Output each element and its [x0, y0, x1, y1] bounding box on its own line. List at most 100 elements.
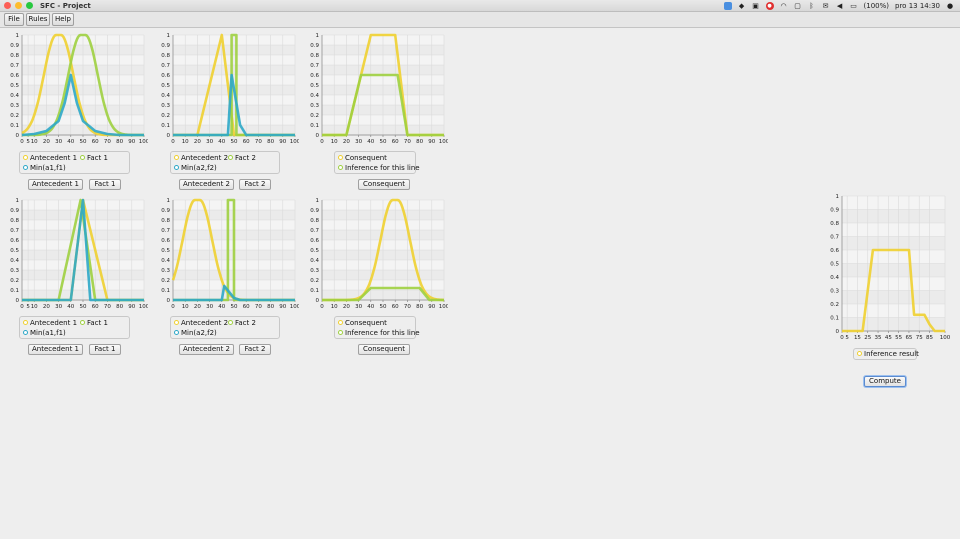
- y-tick-label: 0.2: [830, 302, 839, 308]
- window-title: SFC - Project: [40, 2, 91, 10]
- legend-item: Min(a2,f2): [174, 164, 217, 173]
- y-tick-label: 0.2: [310, 278, 319, 284]
- chart-r2-antecedent2: 00.10.20.30.40.50.60.70.80.910 10 20 30 40 50…: [161, 198, 299, 310]
- volume-icon[interactable]: ◀: [836, 2, 844, 10]
- y-tick-label: 0.4: [310, 258, 319, 264]
- y-tick-label: 0.1: [830, 316, 839, 322]
- fact2-button[interactable]: Fact 2: [239, 344, 271, 355]
- y-tick-label: 1: [167, 33, 171, 39]
- x-tick-label: 40: [67, 139, 74, 145]
- apple-icon[interactable]: ●: [946, 2, 954, 10]
- y-tick-label: 1: [167, 198, 171, 204]
- y-tick-label: 0.3: [10, 103, 19, 109]
- consequent-button[interactable]: Consequent: [358, 179, 410, 190]
- x-tick-label: 30: [206, 304, 213, 310]
- y-tick-label: 0.9: [310, 208, 319, 214]
- y-tick-label: 0: [316, 133, 320, 139]
- x-tick-label: 100: [139, 304, 148, 310]
- y-tick-label: 0.1: [161, 123, 170, 129]
- x-tick-label: 100: [940, 335, 951, 341]
- y-tick-label: 0.2: [310, 113, 319, 119]
- menu-file[interactable]: File: [4, 13, 24, 26]
- x-tick-label: 65: [905, 335, 912, 341]
- legend-r2-antecedent2: Antecedent 2 Fact 2 Min(a2,f2): [170, 316, 280, 339]
- yellow-circle-icon: [338, 320, 343, 325]
- bluetooth-icon[interactable]: ᛒ: [808, 2, 816, 10]
- finder-icon[interactable]: [723, 2, 732, 10]
- y-tick-label: 0.6: [310, 238, 319, 244]
- mirror-icon[interactable]: ▢: [794, 2, 802, 10]
- legend-item: Inference for this line: [338, 164, 420, 173]
- y-tick-label: 0.5: [161, 248, 170, 254]
- wifi-icon[interactable]: ◠: [780, 2, 788, 10]
- dropbox-icon[interactable]: ◆: [738, 2, 746, 10]
- x-tick-label: 50: [231, 139, 238, 145]
- x-tick-label: 10: [182, 304, 189, 310]
- clock[interactable]: pro 13 14:30: [895, 2, 940, 10]
- antecedent1-button[interactable]: Antecedent 1: [28, 344, 83, 355]
- system-tray: ◆ ▣ ● ◠ ▢ ᛒ ✉ ◀ ▭ (100%) pro 13 14:30 ●: [723, 0, 954, 12]
- fact2-button[interactable]: Fact 2: [239, 179, 271, 190]
- x-tick-label: 20: [343, 304, 350, 310]
- x-tick-label: 0: [320, 139, 324, 145]
- green-circle-icon: [228, 320, 233, 325]
- y-tick-label: 0.8: [10, 218, 19, 224]
- y-tick-label: 0.6: [10, 73, 19, 79]
- legend-item: Consequent: [338, 154, 387, 163]
- legend-r2-consequent: Consequent Inference for this line: [334, 316, 420, 339]
- y-tick-label: 0.3: [310, 103, 319, 109]
- zoom-window-button[interactable]: [26, 2, 33, 9]
- fact1-button[interactable]: Fact 1: [89, 344, 121, 355]
- x-tick-label: 20: [194, 304, 201, 310]
- x-tick-label: 55: [895, 335, 902, 341]
- x-tick-label: 90: [279, 139, 286, 145]
- x-tick-label: 40: [367, 139, 374, 145]
- x-tick-label: 50: [231, 304, 238, 310]
- y-tick-label: 1: [316, 198, 320, 204]
- chart-r1-consequent: 00.10.20.30.40.50.60.70.80.910 10 20 30 40 50…: [310, 33, 448, 145]
- y-tick-label: 0.8: [310, 53, 319, 59]
- y-tick-label: 0.6: [10, 238, 19, 244]
- record-icon[interactable]: ●: [765, 2, 774, 10]
- y-tick-label: 0: [167, 298, 171, 304]
- y-tick-label: 0.5: [830, 262, 839, 268]
- y-tick-label: 0.2: [10, 113, 19, 119]
- mail-icon[interactable]: ✉: [822, 2, 830, 10]
- antecedent2-button[interactable]: Antecedent 2: [179, 344, 234, 355]
- compute-button[interactable]: Compute: [864, 376, 906, 387]
- menu-rules[interactable]: Rules: [26, 13, 50, 26]
- y-tick-label: 0.3: [161, 268, 170, 274]
- display-icon[interactable]: ▣: [752, 2, 760, 10]
- legend-r1-antecedent2: Antecedent 2 Fact 2 Min(a2,f2): [170, 151, 280, 174]
- y-tick-label: 0.7: [830, 235, 839, 241]
- x-tick-label: 20: [343, 139, 350, 145]
- x-tick-label: 45: [885, 335, 892, 341]
- legend-item: Antecedent 2: [174, 319, 228, 328]
- fact1-button[interactable]: Fact 1: [89, 179, 121, 190]
- x-tick-label: 10: [331, 304, 338, 310]
- antecedent2-button[interactable]: Antecedent 2: [179, 179, 234, 190]
- x-tick-label: 30: [55, 304, 62, 310]
- yellow-circle-icon: [338, 155, 343, 160]
- y-tick-label: 1: [836, 194, 840, 200]
- y-tick-label: 0.1: [10, 288, 19, 294]
- y-tick-label: 0.3: [10, 268, 19, 274]
- y-tick-label: 0.7: [10, 228, 19, 234]
- x-tick-label: 70: [255, 139, 262, 145]
- x-tick-label: 50: [380, 139, 387, 145]
- menu-help[interactable]: Help: [52, 13, 74, 26]
- y-tick-label: 0.5: [310, 83, 319, 89]
- battery-icon[interactable]: ▭: [850, 2, 858, 10]
- consequent-button[interactable]: Consequent: [358, 344, 410, 355]
- close-window-button[interactable]: [4, 2, 11, 9]
- legend-item: Min(a2,f2): [174, 329, 217, 338]
- x-tick-label: 90: [128, 304, 135, 310]
- x-tick-label: 35: [875, 335, 882, 341]
- antecedent1-button[interactable]: Antecedent 1: [28, 179, 83, 190]
- y-tick-label: 0.1: [310, 288, 319, 294]
- y-tick-label: 0.7: [310, 228, 319, 234]
- x-tick-label: 20: [43, 139, 50, 145]
- window-titlebar: SFC - Project ◆ ▣ ● ◠ ▢ ᛒ ✉ ◀ ▭ (100%) p…: [0, 0, 960, 12]
- minimize-window-button[interactable]: [15, 2, 22, 9]
- x-tick-label: 90: [279, 304, 286, 310]
